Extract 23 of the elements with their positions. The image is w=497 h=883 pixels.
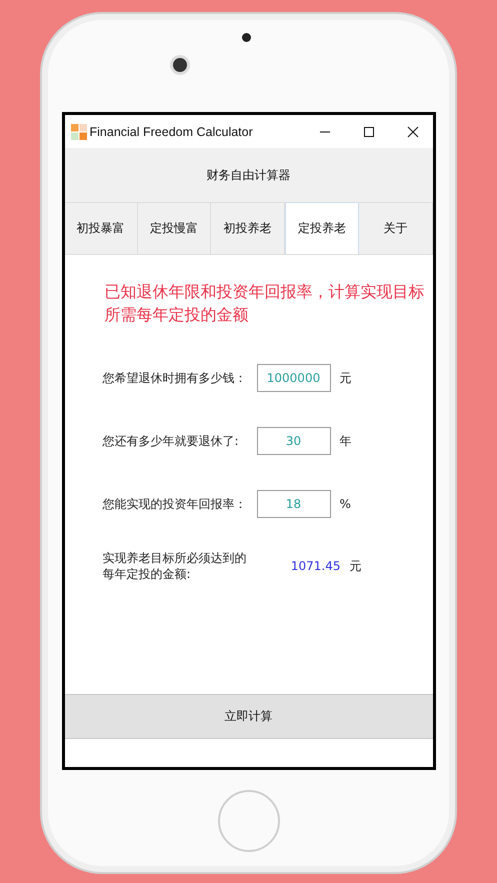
close-icon[interactable] (406, 126, 418, 138)
description-text: 已知退休年限和投资年回报率，计算实现目标所需每年定投的金额 (104, 281, 426, 326)
tab[interactable]: 关于 (359, 202, 433, 254)
window-title: Financial Freedom Calculator (90, 124, 253, 138)
camera-icon (173, 58, 187, 72)
tab[interactable]: 定投养老 (284, 202, 360, 254)
unit-label: 元 (340, 370, 352, 386)
unit-label: 元 (350, 558, 362, 574)
calculate-button[interactable]: 立即计算 (64, 694, 432, 739)
field-label: 您还有多少年就要退休了: (102, 432, 240, 450)
tab[interactable]: 初投养老 (211, 202, 285, 254)
result-value: 1071.45 (290, 558, 340, 574)
tab[interactable]: 初投暴富 (64, 202, 138, 254)
result-label: 实现养老目标所必须达到的每年定投的金额: (102, 550, 248, 582)
maximize-icon[interactable] (362, 126, 374, 138)
unit-label: 年 (340, 432, 352, 450)
unit-label: % (340, 497, 351, 511)
field-label: 您希望退休时拥有多少钱： (102, 370, 248, 386)
app-logo-icon (70, 124, 86, 140)
app-title: 财务自由计算器 (206, 166, 290, 184)
field-label: 您能实现的投资年回报率： (102, 496, 248, 512)
tab[interactable]: 定投慢富 (138, 202, 212, 254)
earpiece-icon (242, 33, 251, 42)
